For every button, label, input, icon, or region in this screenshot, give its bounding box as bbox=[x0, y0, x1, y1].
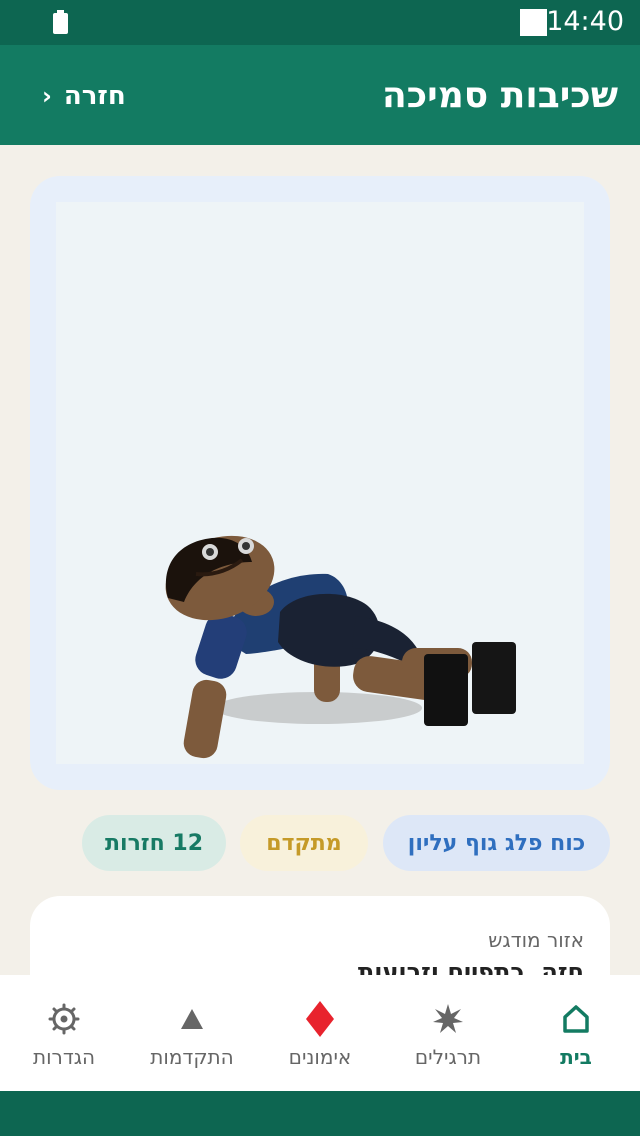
nav-item-settings[interactable]: הגדרות bbox=[0, 975, 128, 1091]
nav-label-home: בית bbox=[560, 1045, 592, 1069]
nav-label-settings: הגדרות bbox=[32, 1045, 96, 1069]
exercise-tags: כוח פלג גוף עליון מתקדם 12 חזרות bbox=[0, 815, 640, 871]
nav-item-progress[interactable]: התקדמות bbox=[128, 975, 256, 1091]
signal-square-icon bbox=[520, 9, 547, 36]
triangle-icon bbox=[128, 1001, 256, 1037]
exercise-media-card bbox=[30, 176, 610, 790]
pushup-figure bbox=[165, 535, 516, 759]
nav-item-home[interactable]: בית bbox=[512, 975, 640, 1091]
nav-label-progress: התקדמות bbox=[150, 1045, 234, 1069]
battery-icon bbox=[53, 10, 68, 34]
exercise-illustration bbox=[56, 202, 584, 764]
diamond-icon bbox=[256, 1001, 384, 1037]
nav-label-exercises: תרגילים bbox=[414, 1045, 482, 1069]
home-icon bbox=[512, 1001, 640, 1037]
burst-icon bbox=[384, 1001, 512, 1037]
bottom-nav: בית תרגילים אימונים התקדמות הגדרות bbox=[0, 975, 640, 1091]
nav-item-workouts[interactable]: אימונים bbox=[256, 975, 384, 1091]
muscle-group-badge: כוח פלג גוף עליון bbox=[383, 815, 610, 871]
app-bar: שכיבות סמיכה › חזרה bbox=[0, 45, 640, 145]
system-gesture-bar bbox=[0, 1091, 640, 1136]
page-title: שכיבות סמיכה bbox=[382, 75, 618, 116]
reps-badge: 12 חזרות bbox=[82, 815, 226, 871]
nav-item-exercises[interactable]: תרגילים bbox=[384, 975, 512, 1091]
nav-label-workouts: אימונים bbox=[288, 1045, 352, 1069]
status-time: 14:40 bbox=[546, 6, 624, 37]
level-badge: מתקדם bbox=[240, 815, 368, 871]
status-bar: 14:40 bbox=[0, 0, 640, 45]
chevron-right-icon: › bbox=[42, 82, 52, 110]
focus-area-label: אזור מודגש bbox=[488, 928, 584, 952]
gear-icon bbox=[0, 1001, 128, 1037]
back-button[interactable]: › חזרה bbox=[42, 81, 126, 111]
back-label: חזרה bbox=[63, 81, 126, 111]
